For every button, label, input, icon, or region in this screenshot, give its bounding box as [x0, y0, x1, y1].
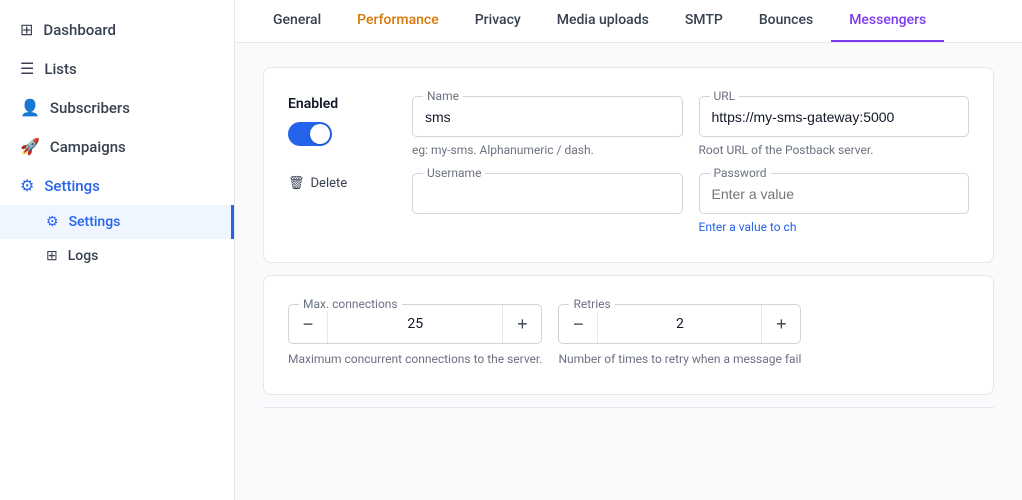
retries-increment[interactable]: +: [762, 305, 800, 343]
delete-icon: 🗑: [288, 176, 305, 191]
logs-icon: ⊞: [46, 248, 58, 264]
password-field-wrapper: Password: [699, 173, 970, 214]
retries-stepper: Retries − 2 +: [558, 304, 801, 344]
url-hint: Root URL of the Postback server.: [699, 143, 970, 157]
delete-label: Delete: [311, 176, 348, 191]
settings-sub-icon: ⚙: [46, 214, 59, 230]
dashboard-icon: ⊞: [20, 20, 33, 39]
tab-smtp[interactable]: SMTP: [667, 0, 741, 42]
tab-bounces[interactable]: Bounces: [741, 0, 831, 42]
max-connections-group: Max. connections − 25 + Maximum concurre…: [288, 304, 542, 366]
name-input[interactable]: [425, 109, 670, 125]
tab-general[interactable]: General: [255, 0, 339, 42]
username-password-row: Username Password Enter a value to ch: [412, 173, 969, 234]
tab-media-uploads[interactable]: Media uploads: [539, 0, 667, 42]
sidebar-item-subscribers[interactable]: 👤 Subscribers: [0, 88, 234, 127]
password-input[interactable]: [712, 186, 957, 202]
fields-section: Name eg: my-sms. Alphanumeric / dash. UR…: [412, 96, 969, 234]
username-input[interactable]: [425, 186, 670, 202]
sidebar-item-lists-label: Lists: [44, 60, 76, 78]
name-field-wrapper: Name: [412, 96, 683, 137]
password-hint: Enter a value to ch: [699, 220, 970, 234]
sidebar-item-logs-label: Logs: [68, 248, 99, 264]
lists-icon: ☰: [20, 59, 34, 78]
name-field-label: Name: [423, 89, 463, 103]
main-content: General Performance Privacy Media upload…: [235, 0, 1022, 500]
sidebar-item-settings[interactable]: ⚙ Settings: [0, 166, 234, 205]
sidebar-item-settings-sub[interactable]: ⚙ Settings: [0, 205, 234, 239]
name-field-group: Name eg: my-sms. Alphanumeric / dash.: [412, 96, 683, 157]
retries-label: Retries: [569, 297, 614, 311]
enabled-toggle[interactable]: [288, 122, 332, 146]
subscribers-icon: 👤: [20, 98, 40, 117]
tabs-bar: General Performance Privacy Media upload…: [235, 0, 1022, 43]
enabled-section: Enabled 🗑 Delete: [288, 96, 388, 195]
sidebar-item-dashboard-label: Dashboard: [43, 21, 116, 39]
campaigns-icon: 🚀: [20, 137, 40, 156]
sidebar-item-dashboard[interactable]: ⊞ Dashboard: [0, 10, 234, 49]
password-field-group: Password Enter a value to ch: [699, 173, 970, 234]
url-field-wrapper: URL: [699, 96, 970, 137]
max-connections-stepper: Max. connections − 25 +: [288, 304, 542, 344]
password-field-label: Password: [710, 166, 771, 180]
sidebar-item-logs[interactable]: ⊞ Logs: [0, 239, 234, 273]
sidebar: ⊞ Dashboard ☰ Lists 👤 Subscribers 🚀 Camp…: [0, 0, 235, 500]
toggle-container: [288, 122, 388, 146]
max-connections-label: Max. connections: [299, 297, 402, 311]
steppers-card: Max. connections − 25 + Maximum concurre…: [263, 275, 994, 395]
username-field-wrapper: Username: [412, 173, 683, 214]
retries-group: Retries − 2 + Number of times to retry w…: [558, 304, 801, 366]
tab-messengers[interactable]: Messengers: [831, 0, 944, 42]
tab-privacy[interactable]: Privacy: [457, 0, 539, 42]
username-field-label: Username: [423, 166, 485, 180]
tab-performance[interactable]: Performance: [339, 0, 457, 42]
enabled-label: Enabled: [288, 96, 388, 112]
sidebar-item-settings-label: Settings: [44, 177, 100, 195]
sidebar-item-campaigns[interactable]: 🚀 Campaigns: [0, 127, 234, 166]
url-field-group: URL Root URL of the Postback server.: [699, 96, 970, 157]
max-connections-hint: Maximum concurrent connections to the se…: [288, 352, 542, 366]
bottom-divider: [263, 407, 994, 408]
sidebar-item-campaigns-label: Campaigns: [50, 138, 126, 156]
max-connections-increment[interactable]: +: [503, 305, 541, 343]
delete-button[interactable]: 🗑 Delete: [288, 172, 388, 195]
name-hint: eg: my-sms. Alphanumeric / dash.: [412, 143, 683, 157]
url-input[interactable]: [712, 109, 957, 125]
sidebar-item-subscribers-label: Subscribers: [50, 99, 130, 117]
retries-hint: Number of times to retry when a message …: [558, 352, 801, 366]
sidebar-item-settings-sub-label: Settings: [69, 214, 121, 230]
name-url-row: Name eg: my-sms. Alphanumeric / dash. UR…: [412, 96, 969, 157]
sidebar-item-lists[interactable]: ☰ Lists: [0, 49, 234, 88]
form-top-row: Enabled 🗑 Delete Name: [288, 96, 969, 234]
messenger-form-card: Enabled 🗑 Delete Name: [263, 67, 994, 263]
settings-icon: ⚙: [20, 176, 34, 195]
content-area: Enabled 🗑 Delete Name: [235, 43, 1022, 500]
retries-value: 2: [597, 305, 762, 343]
username-field-group: Username: [412, 173, 683, 234]
url-field-label: URL: [710, 89, 740, 103]
settings-sub-menu: ⚙ Settings ⊞ Logs: [0, 205, 234, 273]
steppers-row: Max. connections − 25 + Maximum concurre…: [288, 304, 969, 366]
